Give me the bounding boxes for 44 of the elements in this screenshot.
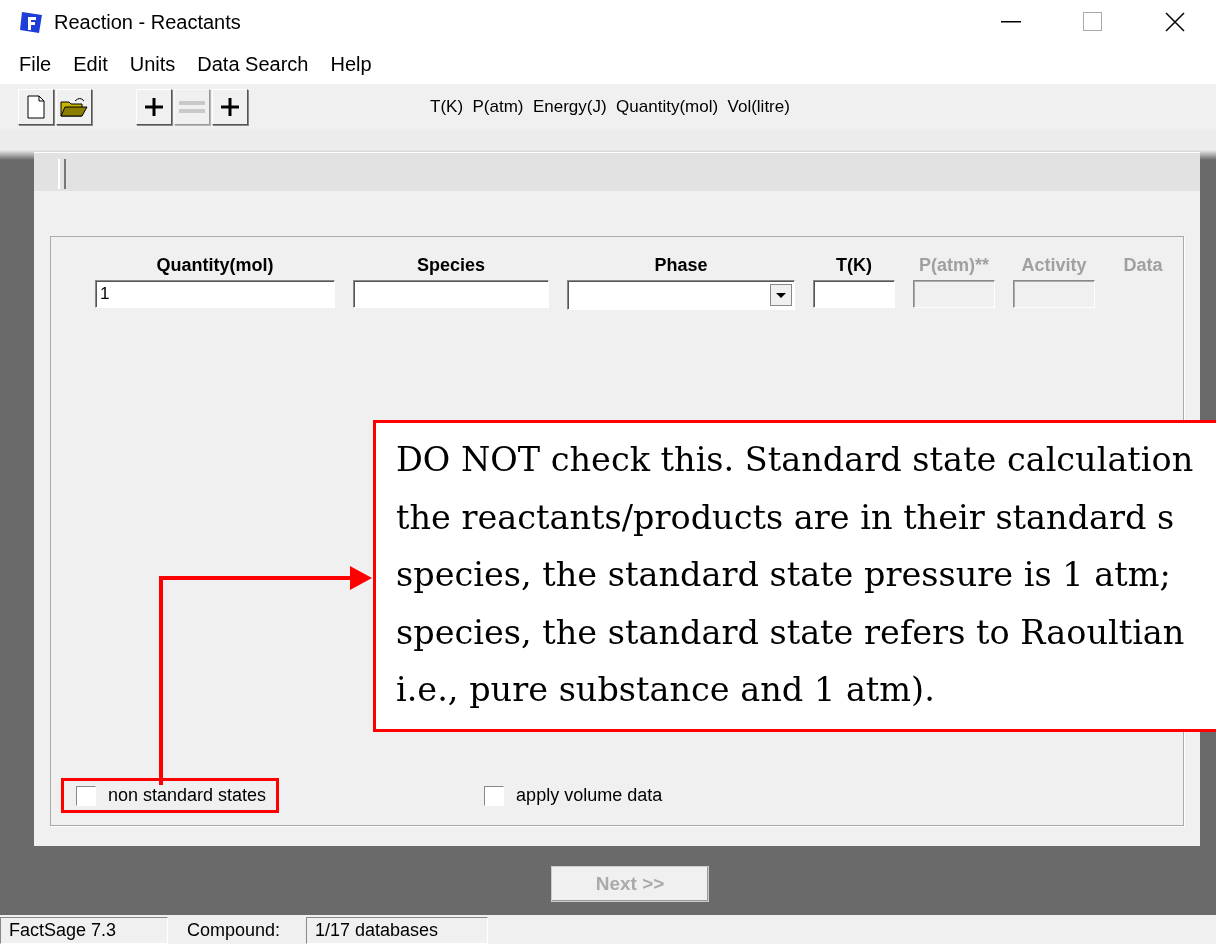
toolbar-button[interactable]: [18, 89, 54, 125]
plus-icon: [144, 97, 164, 117]
units-label: T(K) P(atm) Energy(J) Quantity(mol) Vol(litre): [430, 97, 790, 117]
status-field: Compound:: [178, 917, 296, 944]
tab[interactable]: [58, 159, 66, 189]
checkbox-label: non standard states: [108, 785, 267, 806]
window-title: Reaction - Reactants: [54, 10, 241, 34]
plus-icon: [220, 97, 240, 117]
input-field[interactable]: [813, 280, 895, 308]
menu-item[interactable]: File: [8, 52, 63, 76]
input-field[interactable]: 1: [95, 280, 335, 308]
toolbar-button[interactable]: [56, 89, 92, 125]
dropdown[interactable]: [567, 280, 795, 310]
column-header: Data: [1123, 255, 1163, 276]
menu-item[interactable]: Help: [319, 52, 383, 76]
column-header: T(K): [836, 255, 872, 276]
toolbar-button[interactable]: [212, 89, 248, 125]
checkbox[interactable]: [484, 785, 505, 806]
menu-item[interactable]: Data Search: [186, 52, 320, 76]
open-folder-icon: [60, 96, 88, 118]
status-field: 1/17 databases: [306, 917, 488, 944]
toolbar-button[interactable]: [136, 89, 172, 125]
column-header: Species: [416, 255, 485, 276]
equals-icon: [178, 100, 206, 114]
maximize-icon: [1083, 12, 1103, 32]
menu-item[interactable]: Edit: [62, 52, 119, 76]
column-header: Phase: [654, 255, 708, 276]
app-logo-icon: [18, 9, 44, 35]
column-header: Quantity(mol): [156, 255, 274, 276]
callout-text: species, the standard state pressure is 1 atm;: [396, 554, 1171, 596]
callout-text: species, the standard state refers to Raoultian: [396, 611, 1185, 654]
column-header: Activity: [1021, 255, 1087, 276]
checkbox-label: apply volume data: [516, 785, 663, 806]
input-field[interactable]: [353, 280, 549, 308]
checkbox[interactable]: [76, 785, 96, 806]
new-file-icon: [27, 95, 45, 119]
menu-item[interactable]: Units: [118, 52, 187, 76]
close-icon: [1165, 12, 1185, 32]
status-field: FactSage 7.3: [0, 917, 168, 944]
callout-text: the reactants/products are in their standard s: [396, 496, 1175, 539]
callout-text: DO NOT check this. Standard state calculation: [396, 439, 1194, 481]
column-header: P(atm)**: [919, 255, 989, 276]
callout-text: i.e., pure substance and 1 atm).: [396, 669, 935, 711]
minimize-icon: [1001, 21, 1021, 23]
